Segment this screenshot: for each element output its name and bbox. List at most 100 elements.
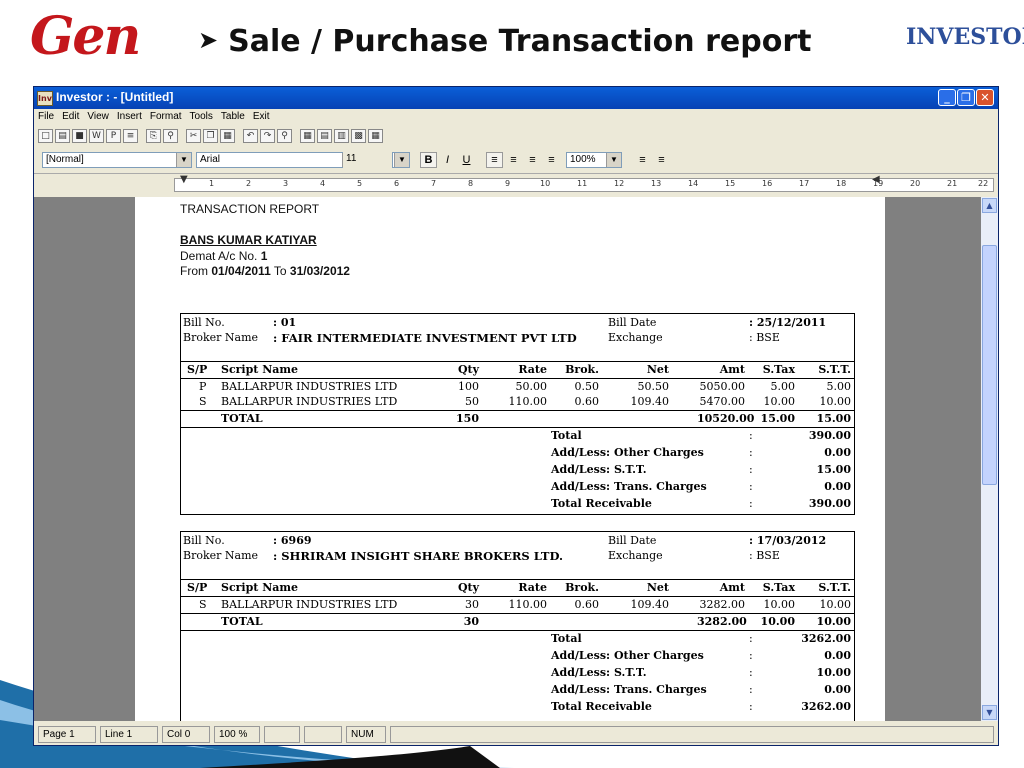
col-insert-icon[interactable]: ▥ (334, 129, 349, 143)
menu-table[interactable]: Table (217, 109, 249, 122)
document-page[interactable]: TRANSACTION REPORT BANS KUMAR KATIYAR De… (135, 197, 885, 721)
print-icon[interactable]: ⎘ (146, 129, 161, 143)
menu-view[interactable]: View (83, 109, 113, 122)
summary-other-label: Add/Less: Other Charges (551, 649, 704, 662)
menu-format[interactable]: Format (146, 109, 186, 122)
app-icon[interactable]: Inv (37, 91, 53, 106)
document-area[interactable]: TRANSACTION REPORT BANS KUMAR KATIYAR De… (34, 197, 981, 721)
copy-icon[interactable]: ❐ (203, 129, 218, 143)
gen-logo: Gen (30, 6, 141, 67)
vertical-scrollbar[interactable]: ▲ ▼ (981, 197, 998, 721)
col-header-stax: S.Tax (762, 581, 795, 594)
exchange-label: Exchange (608, 331, 663, 344)
table-row-stax: 10.00 (763, 395, 796, 408)
menu-edit[interactable]: Edit (58, 109, 83, 122)
style-select[interactable]: [Normal] ▼ (42, 152, 192, 168)
slide-title-text: Sale / Purchase Transaction report (228, 24, 812, 59)
ruler-tick: 11 (577, 179, 588, 188)
scroll-thumb[interactable] (982, 245, 997, 485)
scroll-up-icon[interactable]: ▲ (982, 198, 997, 213)
align-right-icon[interactable]: ≡ (524, 152, 541, 168)
table-row-brok: 0.50 (574, 380, 600, 393)
table-row-stax: 5.00 (770, 380, 796, 393)
demat-line: Demat A/c No. 1 (180, 249, 267, 263)
export-icon[interactable]: ≡ (123, 129, 138, 143)
undo-icon[interactable]: ↶ (243, 129, 258, 143)
summary-trans-value: 0.00 (824, 683, 851, 696)
font-select[interactable]: Arial▼ (196, 152, 358, 168)
redo-icon[interactable]: ↷ (260, 129, 275, 143)
zoom-select[interactable]: 100% ▼ (566, 152, 622, 168)
summary-receivable-value: 3262.00 (801, 700, 851, 713)
app-window: Inv Investor : - [Untitled] _ ❐ ✕ File Ed… (33, 86, 999, 746)
menu-insert[interactable]: Insert (113, 109, 146, 122)
chevron-down-icon[interactable]: ▼ (606, 153, 621, 167)
right-margin-marker-icon[interactable]: ◀ (872, 174, 880, 185)
menu-tools[interactable]: Tools (186, 109, 217, 122)
minimize-button[interactable]: _ (938, 89, 956, 106)
bill-no-text: 6969 (280, 534, 312, 547)
menu-bar: File Edit View Insert Format Tools Table Exit (34, 109, 998, 126)
underline-button[interactable]: U (458, 152, 475, 168)
col-delete-icon[interactable]: ▩ (351, 129, 366, 143)
broker-text: FAIR INTERMEDIATE INVESTMENT PVT LTD (281, 331, 577, 345)
restore-button[interactable]: ❐ (957, 89, 975, 106)
col-header-script: Script Name (221, 581, 299, 594)
table-row-sp: S (199, 395, 207, 408)
divider (181, 630, 854, 631)
table-row-rate: 50.00 (515, 380, 548, 393)
table-row-qty: 100 (458, 380, 479, 393)
table-row-stt: 10.00 (819, 395, 852, 408)
summary-colon: : (749, 649, 753, 662)
justify-icon[interactable]: ≡ (543, 152, 560, 168)
chevron-down-icon[interactable]: ▼ (176, 153, 191, 167)
ruler-tick: 3 (283, 179, 289, 188)
table-row-amt: 5470.00 (699, 395, 746, 408)
ruler-tick: 5 (357, 179, 363, 188)
pdf-icon[interactable]: P (106, 129, 121, 143)
size-select-value: 11 (346, 153, 357, 164)
size-dropdown[interactable]: ▼ (392, 152, 410, 168)
row-insert-icon[interactable]: ▤ (317, 129, 332, 143)
summary-total-value: 3262.00 (801, 632, 851, 645)
scroll-down-icon[interactable]: ▼ (982, 705, 997, 720)
bullet-list-icon[interactable]: ≡ (653, 152, 670, 168)
open-folder-icon[interactable]: ▤ (55, 129, 70, 143)
menu-file[interactable]: File (34, 109, 58, 122)
italic-button[interactable]: I (439, 152, 456, 168)
menu-exit[interactable]: Exit (249, 109, 274, 122)
ruler-tick: 16 (762, 179, 773, 188)
numbered-list-icon[interactable]: ≡ (634, 152, 651, 168)
bill-date-value: : 25/12/2011 (749, 316, 827, 329)
title-bar[interactable]: Inv Investor : - [Untitled] _ ❐ ✕ (34, 87, 998, 109)
word-icon[interactable]: W (89, 129, 104, 143)
indent-marker-icon[interactable]: ▼ (180, 174, 188, 185)
new-file-icon[interactable]: □ (38, 129, 53, 143)
summary-receivable-value: 390.00 (808, 497, 851, 510)
print-preview-icon[interactable]: ⚲ (163, 129, 178, 143)
summary-other-value: 0.00 (824, 649, 851, 662)
divider (181, 378, 854, 379)
align-center-icon[interactable]: ≡ (505, 152, 522, 168)
total-stax: 15.00 (760, 412, 795, 425)
col-header-amt: Amt (719, 581, 745, 594)
bold-button[interactable]: B (420, 152, 437, 168)
close-button[interactable]: ✕ (976, 89, 994, 106)
total-qty: 150 (456, 412, 479, 425)
paste-icon[interactable]: ▦ (220, 129, 235, 143)
table-insert-icon[interactable]: ▦ (300, 129, 315, 143)
style-select-value: [Normal] (46, 154, 84, 165)
summary-trans-label: Add/Less: Trans. Charges (551, 480, 707, 493)
col-header-brok: Brok. (565, 581, 599, 594)
find-icon[interactable]: ⚲ (277, 129, 292, 143)
cut-icon[interactable]: ✂ (186, 129, 201, 143)
align-left-icon[interactable]: ≡ (486, 152, 503, 168)
col-header-net: Net (646, 363, 669, 376)
grid-icon[interactable]: ▦ (368, 129, 383, 143)
summary-stt-label: Add/Less: S.T.T. (551, 463, 647, 476)
ruler-tick: 10 (540, 179, 551, 188)
chevron-down-icon[interactable]: ▼ (394, 153, 409, 167)
size-select[interactable]: 11 (343, 152, 399, 168)
ruler[interactable]: 1 2 3 4 5 6 7 8 9 10 11 12 13 14 15 16 1… (34, 173, 998, 198)
save-icon[interactable]: ■ (72, 129, 87, 143)
